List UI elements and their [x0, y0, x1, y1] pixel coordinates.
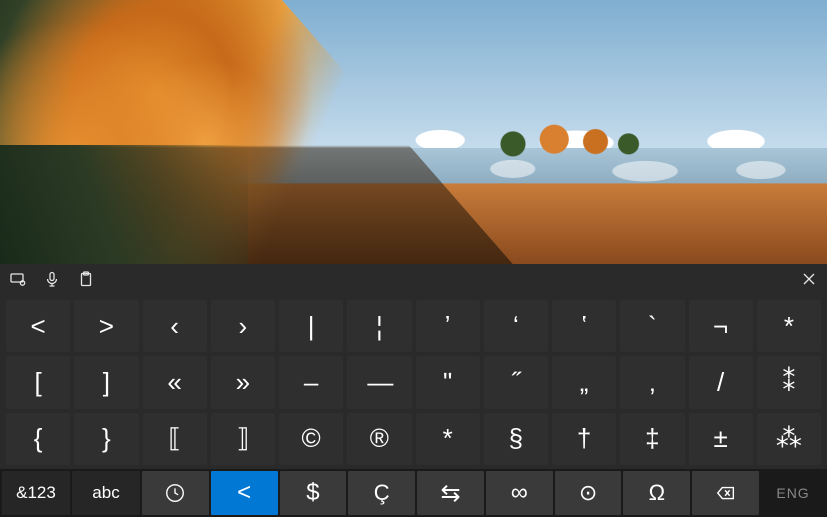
- key[interactable]: ‹: [143, 300, 207, 352]
- key[interactable]: ʺ: [416, 356, 480, 408]
- keyboard-bottom-row: &123 abc < $ Ç ⇆ ∞ ⊙ Ω ENG: [0, 469, 827, 517]
- key[interactable]: ʽ: [552, 300, 616, 352]
- close-icon[interactable]: [801, 271, 817, 287]
- key[interactable]: «: [143, 356, 207, 408]
- key[interactable]: ©: [279, 413, 343, 465]
- clipboard-icon[interactable]: [78, 271, 94, 287]
- key[interactable]: *: [757, 300, 821, 352]
- key[interactable]: §: [484, 413, 548, 465]
- currency-tab[interactable]: $: [280, 471, 347, 515]
- desktop-wallpaper: [0, 0, 827, 264]
- key[interactable]: ]: [74, 356, 138, 408]
- key[interactable]: }: [74, 413, 138, 465]
- keyboard-row-1: < > ‹ › | ¦ ʼ ʻ ʽ ` ¬ *: [6, 300, 821, 352]
- arrows-tab[interactable]: ⇆: [417, 471, 484, 515]
- key[interactable]: ¬: [689, 300, 753, 352]
- key[interactable]: ʼ: [416, 300, 480, 352]
- backspace-icon: [715, 482, 737, 504]
- keyboard-topbar: [0, 264, 827, 294]
- key[interactable]: <: [6, 300, 70, 352]
- infinity-tab[interactable]: ∞: [486, 471, 553, 515]
- key[interactable]: »: [211, 356, 275, 408]
- key[interactable]: ±: [689, 413, 753, 465]
- key[interactable]: ʻ: [484, 300, 548, 352]
- key[interactable]: [: [6, 356, 70, 408]
- key[interactable]: ®: [347, 413, 411, 465]
- omega-tab[interactable]: Ω: [623, 471, 690, 515]
- key[interactable]: †: [552, 413, 616, 465]
- key[interactable]: –: [279, 356, 343, 408]
- cedilla-tab[interactable]: Ç: [348, 471, 415, 515]
- key[interactable]: —: [347, 356, 411, 408]
- key[interactable]: |: [279, 300, 343, 352]
- keyboard-row-2: [ ] « » – — ʺ ˝ „ ‚ / ⁑: [6, 356, 821, 408]
- keyboard-settings-icon[interactable]: [10, 271, 26, 287]
- letters-mode-button[interactable]: abc: [72, 471, 140, 515]
- key[interactable]: ⁂: [757, 413, 821, 465]
- key[interactable]: /: [689, 356, 753, 408]
- key[interactable]: `: [620, 300, 684, 352]
- key[interactable]: „: [552, 356, 616, 408]
- language-button[interactable]: ENG: [761, 471, 825, 515]
- clock-icon: [164, 482, 186, 504]
- key[interactable]: ˝: [484, 356, 548, 408]
- clock-tab[interactable]: [142, 471, 209, 515]
- keyboard-rows: < > ‹ › | ¦ ʼ ʻ ʽ ` ¬ * [ ] « » – — ʺ ˝ …: [0, 294, 827, 469]
- key[interactable]: ‡: [620, 413, 684, 465]
- backspace-button[interactable]: [692, 471, 759, 515]
- key[interactable]: ⟦: [143, 413, 207, 465]
- key[interactable]: ‚: [620, 356, 684, 408]
- key[interactable]: ¦: [347, 300, 411, 352]
- key[interactable]: ⁑: [757, 356, 821, 408]
- touch-keyboard: < > ‹ › | ¦ ʼ ʻ ʽ ` ¬ * [ ] « » – — ʺ ˝ …: [0, 264, 827, 517]
- circled-tab[interactable]: ⊙: [555, 471, 622, 515]
- key[interactable]: *: [416, 413, 480, 465]
- key[interactable]: {: [6, 413, 70, 465]
- keyboard-row-3: { } ⟦ ⟧ © ® * § † ‡ ± ⁂: [6, 413, 821, 465]
- key[interactable]: >: [74, 300, 138, 352]
- angle-tab[interactable]: <: [211, 471, 278, 515]
- key[interactable]: ⟧: [211, 413, 275, 465]
- key[interactable]: ›: [211, 300, 275, 352]
- symbols-mode-button[interactable]: &123: [2, 471, 70, 515]
- mic-icon[interactable]: [44, 271, 60, 287]
